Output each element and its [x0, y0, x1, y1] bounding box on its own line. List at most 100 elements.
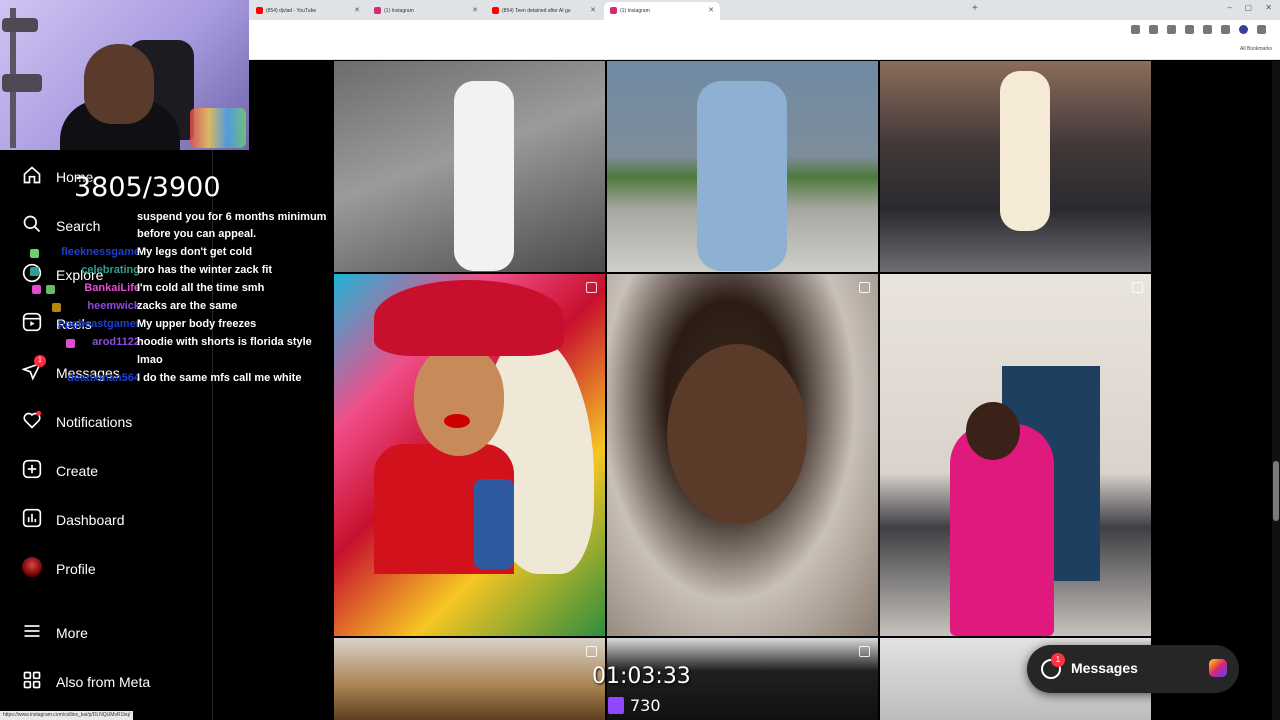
instagram-icon: [374, 7, 381, 14]
chat-message: I'm cold all the time smh: [137, 282, 265, 294]
close-window-icon[interactable]: ✕: [1265, 3, 1272, 12]
twitch-icon: [608, 697, 624, 714]
tab-title: (854) djvlad - YouTube: [266, 8, 317, 14]
sidebar-item-label: Profile: [56, 561, 96, 577]
close-icon[interactable]: ✕: [354, 6, 360, 14]
bookmark-star-icon[interactable]: [1167, 25, 1176, 34]
sidebar-item-label: More: [56, 625, 88, 641]
cast-icon[interactable]: [1131, 25, 1140, 34]
post-subject: [414, 346, 504, 456]
chat-username: BankaiLife: [84, 282, 140, 294]
chat-username: ppgbeastgamer: [58, 318, 140, 330]
zoom-icon[interactable]: [1149, 25, 1158, 34]
post-thumbnail[interactable]: [880, 274, 1151, 636]
post-thumbnail[interactable]: [607, 274, 878, 636]
chat-line: ppgbeastgamer My upper body freezes: [22, 318, 332, 336]
close-icon[interactable]: ✕: [590, 6, 596, 14]
chat-message: suspend you for 6 months minimum: [137, 211, 327, 223]
profile-post-grid: [334, 61, 1151, 720]
post-thumbnail[interactable]: [880, 61, 1151, 272]
chat-username: fleeknessgame: [61, 246, 140, 258]
stream-timer: 01:03:33: [592, 664, 691, 689]
tab-title: (1) Instagram: [620, 8, 650, 14]
close-icon[interactable]: ✕: [472, 6, 478, 14]
heart-icon: [23, 410, 42, 429]
post-subject: [1000, 71, 1050, 231]
chat-message: bro has the winter zack fit: [137, 264, 273, 276]
sidebar-item-profile[interactable]: Profile: [0, 546, 213, 586]
webcam-overlay: [0, 0, 249, 150]
chat-line: heemwick zacks are the same: [22, 300, 332, 318]
all-bookmarks-button[interactable]: All Bookmarks: [1240, 46, 1272, 52]
youtube-icon: [492, 7, 499, 14]
sidebar-item-create[interactable]: Create: [0, 448, 213, 488]
post-thumbnail[interactable]: [607, 61, 878, 272]
post-subject: [444, 414, 470, 428]
home-icon: [23, 166, 41, 184]
chat-badge-icon: [46, 285, 55, 294]
chat-message: lmao: [137, 354, 163, 366]
chat-line: BankaiLife I'm cold all the time smh: [22, 282, 332, 300]
chat-line: lmao: [22, 354, 332, 372]
browser-tab[interactable]: (1) Instagram ✕: [368, 2, 484, 20]
maximize-icon[interactable]: ▢: [1244, 3, 1252, 12]
download-icon[interactable]: [1221, 25, 1230, 34]
browser-tab-active[interactable]: (1) Instagram ✕: [604, 2, 720, 20]
chat-line: deadxman564 I do the same mfs call me wh…: [22, 372, 332, 390]
chat-line: fleeknessgame My legs don't get cold: [22, 246, 332, 264]
scrollbar-thumb[interactable]: [1273, 461, 1279, 521]
background-toys: [190, 108, 246, 148]
browser-tab[interactable]: (854) djvlad - YouTube ✕: [250, 2, 366, 20]
post-subject: [966, 402, 1020, 460]
chat-badge-icon: [66, 339, 75, 348]
carousel-icon: [586, 282, 597, 293]
instagram-icon: [1209, 659, 1227, 677]
viewer-count: 730: [630, 696, 661, 715]
post-subject: [667, 344, 807, 524]
close-icon[interactable]: ✕: [708, 6, 714, 14]
chat-line: suspend you for 6 months minimum: [22, 211, 332, 229]
post-subject: [454, 81, 514, 271]
profile-avatar-icon[interactable]: [1239, 25, 1248, 34]
chat-message: I do the same mfs call me white: [137, 372, 302, 384]
chat-badge-icon: [30, 267, 39, 276]
cat-tree: [2, 8, 42, 148]
post-thumbnail[interactable]: [334, 61, 605, 272]
carousel-icon: [859, 646, 870, 657]
extensions-icon[interactable]: [1185, 25, 1194, 34]
chat-username: heemwick: [87, 300, 140, 312]
minimize-icon[interactable]: –: [1228, 3, 1232, 12]
toolbar-icons: [1131, 25, 1266, 34]
sidebar-item-more[interactable]: More: [0, 610, 213, 650]
post-thumbnail[interactable]: [334, 274, 605, 636]
browser-status-url: https://www.instagram.com/collins_kai/p/…: [0, 711, 134, 720]
chat-message: My legs don't get cold: [137, 246, 253, 258]
post-subject: [374, 280, 564, 356]
sidebar-item-label: Dashboard: [56, 512, 125, 528]
post-subject: [697, 81, 787, 271]
page-scrollbar[interactable]: [1272, 61, 1280, 720]
sidebar-item-dashboard[interactable]: Dashboard: [0, 497, 213, 537]
chat-message: zacks are the same: [137, 300, 238, 312]
chat-message: My upper body freezes: [137, 318, 257, 330]
post-thumbnail[interactable]: [334, 638, 605, 720]
youtube-icon: [256, 7, 263, 14]
plus-square-icon: [22, 459, 42, 479]
chat-username: deadxman564: [67, 372, 140, 384]
carousel-icon: [859, 282, 870, 293]
new-tab-button[interactable]: +: [972, 3, 978, 14]
heart-badge-icon: [32, 285, 41, 294]
sidebar-icon[interactable]: [1203, 25, 1212, 34]
chat-username: arod1122: [92, 336, 140, 348]
sidebar-item-also-from-meta[interactable]: Also from Meta: [0, 659, 213, 699]
tab-title: (854) Teen detained after AI gu: [502, 8, 571, 14]
messages-label: Messages: [1071, 660, 1138, 676]
browser-tab-bar: (854) djvlad - YouTube ✕ (1) Instagram ✕…: [248, 0, 1280, 20]
sidebar-item-notifications[interactable]: Notifications: [0, 399, 213, 439]
kebab-menu-icon[interactable]: [1257, 25, 1266, 34]
messages-floating-button[interactable]: 1 Messages: [1027, 645, 1239, 693]
browser-tab[interactable]: (854) Teen detained after AI gu ✕: [486, 2, 602, 20]
menu-icon: [24, 625, 40, 637]
instagram-icon: [610, 7, 617, 14]
chat-badge-icon: [30, 249, 39, 258]
